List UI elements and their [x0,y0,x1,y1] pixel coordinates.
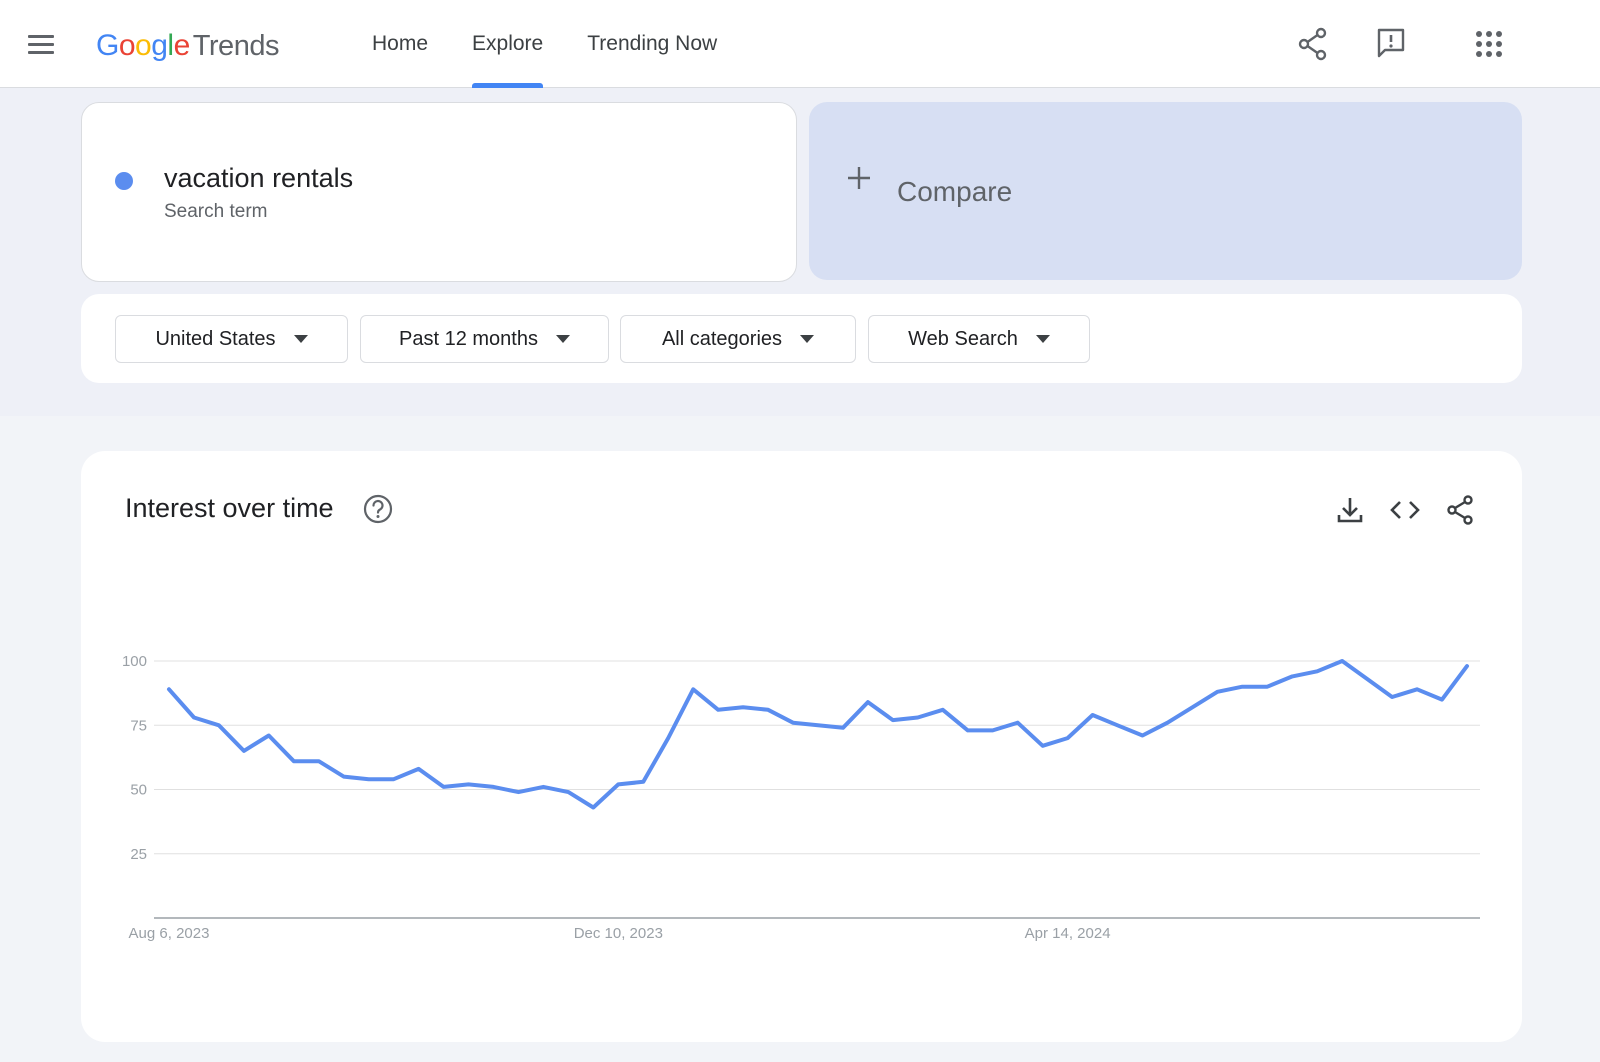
x-tick-label: Aug 6, 2023 [129,925,210,942]
data-point [890,717,896,723]
data-point [1364,676,1370,682]
data-point [515,789,521,795]
x-tick-label: Dec 10, 2023 [574,925,663,942]
data-point [1389,694,1395,700]
data-point [466,781,472,787]
data-point [166,686,172,692]
region-dropdown[interactable]: United States [115,315,348,363]
data-point [241,748,247,754]
data-point [291,758,297,764]
region-dropdown-label: United States [155,327,276,350]
data-point [391,776,397,782]
caret-down-icon [800,335,815,343]
data-point [1140,733,1146,739]
data-point [715,707,721,713]
caret-down-icon [1035,335,1050,343]
feedback-icon[interactable] [1371,24,1411,64]
data-point [341,774,347,780]
data-point [416,766,422,772]
filters-bar: United States Past 12 months All categor… [81,294,1522,383]
data-point [990,727,996,733]
compare-button[interactable]: Compare [809,102,1522,280]
data-point [441,784,447,790]
google-trends-logo[interactable]: Go o g l e Trends [96,26,279,66]
time-range-dropdown[interactable]: Past 12 months [360,315,609,363]
data-point [1090,712,1096,718]
series-color-dot [115,172,133,190]
logo-trends-word: Trends [192,30,280,62]
data-point [1439,697,1445,703]
plus-icon [848,167,870,189]
data-point [366,776,372,782]
interest-over-time-chart[interactable]: 25 50 75 100 Aug 6, 2023 Dec 10, 2023 Apr 14, … [81,451,1522,1042]
nav-home[interactable]: Home [350,0,450,88]
data-point [665,735,671,741]
search-type-dropdown-label: Web Search [908,327,1018,350]
interest-over-time-card: Interest over time 25 50 75 100 Aug 6, 2023 D… [81,451,1522,1042]
caret-down-icon [555,335,570,343]
data-point [1239,684,1245,690]
data-point [266,733,272,739]
y-tick-label: 25 [130,846,147,863]
search-term-name[interactable]: vacation rentals [164,163,353,194]
data-point [191,715,197,721]
series-line-vacation-rentals [167,659,1469,810]
data-point [1189,704,1195,710]
caret-down-icon [293,335,308,343]
menu-icon[interactable] [22,26,62,62]
data-point [1115,722,1121,728]
main-nav: Home Explore Trending Now [350,0,739,88]
x-tick-label: Apr 14, 2024 [1025,925,1111,942]
data-point [690,686,696,692]
nav-explore[interactable]: Explore [450,0,565,88]
data-point [1040,743,1046,749]
data-point [1289,673,1295,679]
data-point [740,704,746,710]
data-point [540,784,546,790]
data-point [1314,668,1320,674]
data-point [1264,684,1270,690]
y-tick-label: 100 [122,653,147,670]
data-point [565,789,571,795]
logo-letter: e [173,29,191,62]
time-range-dropdown-label: Past 12 months [399,327,538,350]
apps-icon[interactable] [1469,24,1509,64]
data-point [1015,720,1021,726]
logo-letter: g [151,29,168,62]
data-point [915,715,921,721]
search-term-card[interactable]: vacation rentals Search term [81,102,797,282]
y-tick-label: 50 [130,782,147,799]
search-type-dropdown[interactable]: Web Search [868,315,1090,363]
compare-label: Compare [897,176,1013,207]
category-dropdown-label: All categories [661,327,783,350]
search-term-type: Search term [164,201,268,222]
data-point [865,699,871,705]
data-point [615,781,621,787]
data-point [790,720,796,726]
data-point [491,784,497,790]
data-point [216,722,222,728]
data-point [590,804,596,810]
data-point [1214,689,1220,695]
data-point [965,727,971,733]
top-bar: Go o g l e Trends Home Explore Trending Now [0,0,1600,88]
category-dropdown[interactable]: All categories [620,315,856,363]
data-point [815,722,821,728]
data-point [640,779,646,785]
data-point [1414,686,1420,692]
data-point [1464,663,1470,669]
nav-trending-now[interactable]: Trending Now [565,0,739,88]
y-tick-label: 75 [130,717,147,734]
share-icon[interactable] [1293,24,1333,64]
data-point [765,707,771,713]
logo-letter: o [118,29,136,62]
data-point [1339,658,1345,664]
data-point [316,758,322,764]
data-point [1065,735,1071,741]
logo-letter: o [135,29,152,62]
data-point [840,725,846,731]
logo-letter: G [96,29,119,62]
data-point [940,707,946,713]
data-point [1164,720,1170,726]
